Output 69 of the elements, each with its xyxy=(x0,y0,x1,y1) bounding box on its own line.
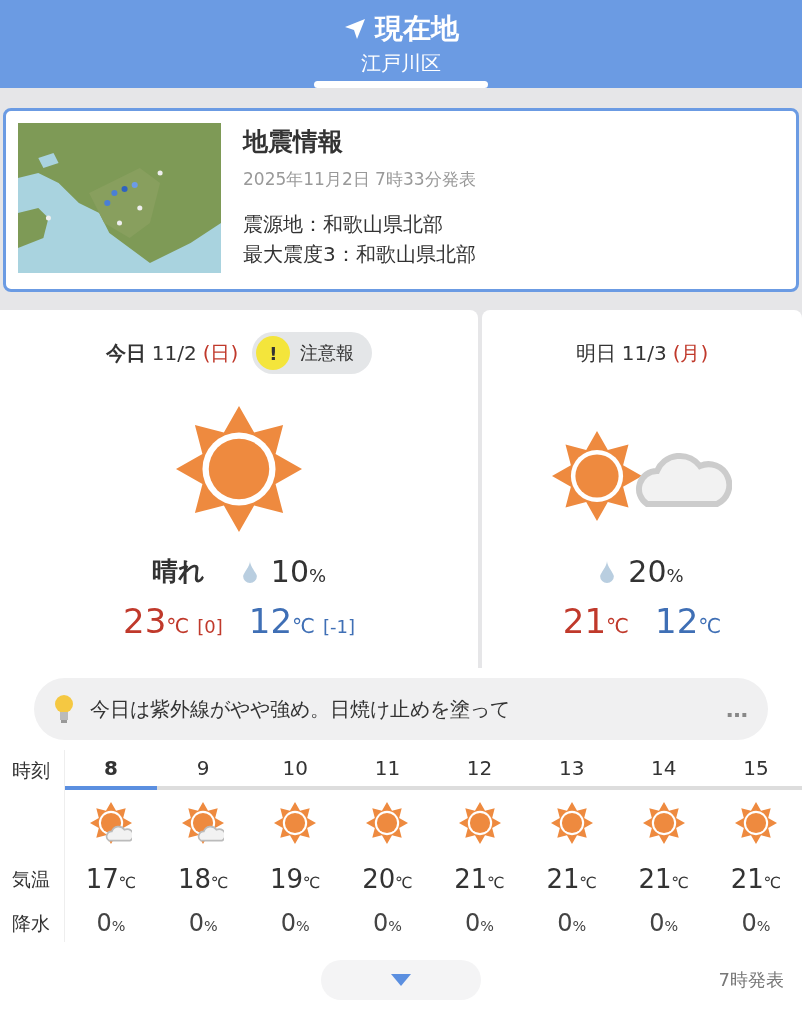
location-name: 江戸川区 xyxy=(361,50,441,77)
hourly-temperature: 21℃ xyxy=(546,863,597,896)
low-difference: [-1] xyxy=(322,616,355,637)
warning-icon: ! xyxy=(256,336,291,370)
hourly-precipitation: 0% xyxy=(372,908,402,939)
raindrop-icon xyxy=(242,560,257,583)
publish-time: 7時発表 xyxy=(718,968,784,992)
hour-tab[interactable]: 8 xyxy=(65,750,158,790)
hourly-temperature: 21℃ xyxy=(454,863,505,896)
sun-icon xyxy=(176,406,302,532)
hourly-precipitation: 0% xyxy=(741,908,771,939)
caret-icon xyxy=(391,974,411,986)
hourly-temperature: 17℃ xyxy=(85,863,137,896)
row-label: 時刻 xyxy=(11,758,51,783)
day-label: 明日 xyxy=(575,339,616,367)
weather-label: 晴れ xyxy=(151,555,205,588)
earthquake-title: 地震情報 xyxy=(243,126,344,158)
tip-text: 今日は紫外線がやや強め。日焼け止めを塗って xyxy=(90,695,511,723)
raindrop-icon xyxy=(600,560,615,583)
hour-tab[interactable]: 11 xyxy=(341,750,434,790)
hour-tab[interactable]: 13 xyxy=(525,750,618,790)
high-difference: [0] xyxy=(197,616,223,637)
hourly-precipitation: 0% xyxy=(649,908,679,939)
sun-and-cloud-icon xyxy=(182,802,225,844)
sun-icon xyxy=(458,802,501,844)
day-label: 今日 xyxy=(105,339,146,367)
hourly-temperature: 21℃ xyxy=(638,863,690,896)
earthquake-card[interactable]: 地震情報 2025年11月2日 7時33分発表 震源地：和歌山県北部 最大震度3：和歌山県北部 xyxy=(3,108,799,292)
sun-icon xyxy=(274,802,317,844)
publish-time: 2025年11月2日 7時33分発表 xyxy=(243,168,476,191)
sun-and-cloud-icon xyxy=(90,802,133,844)
low-temperature: 12℃ xyxy=(248,601,315,641)
hourly-temperature: 18℃ xyxy=(177,863,229,896)
high-temperature: 23℃ xyxy=(123,601,190,641)
earthquake-detail: 最大震度3：和歌山県北部 xyxy=(243,241,476,268)
expand-button[interactable] xyxy=(321,960,481,1000)
weekday: (月) xyxy=(672,339,709,367)
warning-badge[interactable]: ! 注意報 xyxy=(252,332,373,374)
hourly-temperature: 19℃ xyxy=(270,863,321,896)
earthquake-detail: 震源地：和歌山県北部 xyxy=(243,211,444,238)
lightbulb-icon xyxy=(54,694,74,724)
hour-tab[interactable]: 10 xyxy=(249,750,342,790)
weekday: (日) xyxy=(202,339,239,367)
rain-chance: 20% xyxy=(628,554,684,589)
tip-banner[interactable]: 今日は紫外線がやや強め。日焼け止めを塗って … xyxy=(34,678,768,740)
hourly-precipitation: 0% xyxy=(280,908,310,939)
location-arrow-icon xyxy=(343,17,367,41)
row-label: 降水 xyxy=(11,911,51,936)
hour-tab[interactable]: 9 xyxy=(157,750,250,790)
hourly-temperature: 20℃ xyxy=(362,863,413,896)
warning-label: 注意報 xyxy=(300,341,355,365)
hourly-precipitation: 0% xyxy=(188,908,218,939)
low-temperature: 12℃ xyxy=(655,601,722,641)
sun-icon xyxy=(642,802,685,844)
sun-icon xyxy=(734,802,777,844)
rain-chance: 10% xyxy=(270,554,327,589)
hourly-precipitation: 0% xyxy=(96,908,126,939)
day-date: 11/2 xyxy=(151,341,197,365)
hour-tab[interactable]: 15 xyxy=(709,750,802,790)
hourly-temperature: 21℃ xyxy=(730,863,782,896)
sun-icon xyxy=(366,802,409,844)
hourly-precipitation: 0% xyxy=(557,908,587,939)
hour-tab[interactable]: 12 xyxy=(433,750,526,790)
sun-icon xyxy=(550,802,593,844)
high-temperature: 21℃ xyxy=(562,601,629,641)
hourly-precipitation: 0% xyxy=(465,908,495,939)
day-date: 11/3 xyxy=(621,341,667,365)
row-label: 気温 xyxy=(11,867,51,892)
hour-tab[interactable]: 14 xyxy=(617,750,710,790)
